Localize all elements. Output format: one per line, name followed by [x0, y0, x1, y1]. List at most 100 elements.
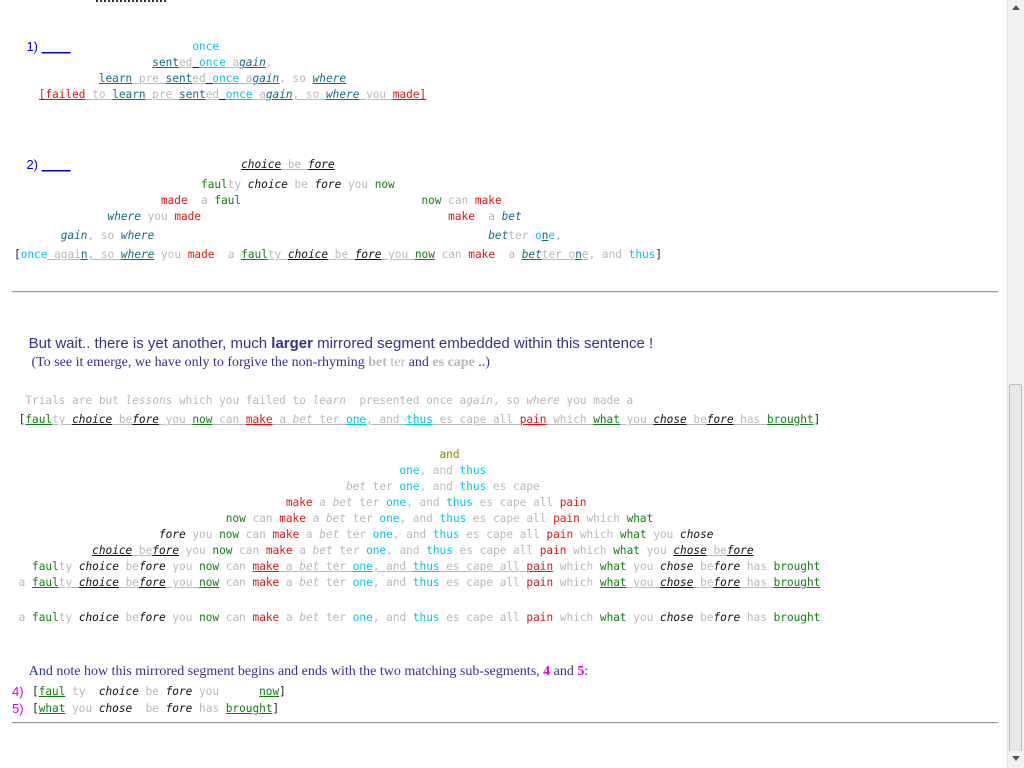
- word-segment: thus: [439, 512, 467, 525]
- word-segment: you: [158, 413, 193, 426]
- word-segment: fore: [307, 158, 335, 171]
- word-segment: [14, 178, 201, 191]
- word-segment: ter: [541, 248, 569, 261]
- word-segment: what: [599, 560, 627, 573]
- word-segment: [failed: [38, 88, 86, 101]
- word-segment: what: [626, 512, 654, 525]
- word-segment: thus: [412, 576, 440, 589]
- word-segment: which: [553, 611, 600, 624]
- word-segment: you: [646, 528, 681, 541]
- word-segment: gain: [466, 394, 493, 407]
- word-segment: ter: [508, 229, 536, 242]
- word-segment: fore: [165, 685, 193, 698]
- word-segment: , and: [392, 528, 433, 541]
- text-line: [faulty choice before you now can make a…: [12, 413, 821, 427]
- word-segment: ter: [339, 528, 373, 541]
- word-segment: [241, 194, 421, 207]
- word-segment: which: [566, 544, 614, 557]
- word-segment: can: [219, 576, 253, 589]
- word-segment: faul: [201, 178, 228, 191]
- word-segment: fore: [138, 611, 166, 624]
- word-segment: pain: [526, 611, 554, 624]
- word-segment: [: [12, 413, 26, 426]
- word-segment: [12, 448, 439, 461]
- intro-note: (To see it emerge, we have only to forgi…: [14, 339, 490, 387]
- word-segment: ter: [319, 576, 353, 589]
- word-segment: choice: [72, 413, 113, 426]
- vertical-scrollbar[interactable]: [1007, 0, 1024, 768]
- text-line: faulty choice be fore you now: [14, 178, 395, 192]
- word-segment: pain: [519, 413, 547, 426]
- word-segment: , so: [492, 394, 527, 407]
- word-segment: be: [118, 560, 139, 573]
- word-segment: be: [706, 544, 727, 557]
- word-segment: [12, 560, 32, 573]
- word-segment: now: [192, 413, 213, 426]
- word-segment: [12, 72, 99, 85]
- word-segment: where: [120, 248, 155, 261]
- text-line: bet ter one, and thus es cape: [12, 480, 540, 494]
- word-segment: what: [599, 611, 627, 624]
- word-segment: sent: [152, 56, 179, 69]
- word-segment: thus: [446, 496, 473, 509]
- scroll-down-button[interactable]: [1008, 751, 1024, 768]
- word-segment: ty: [58, 560, 79, 573]
- word-segment: a: [12, 611, 33, 624]
- word-segment: make: [245, 413, 273, 426]
- word-segment: one: [346, 413, 367, 426]
- word-segment: ter: [319, 611, 353, 624]
- word-segment: make: [252, 611, 280, 624]
- word-segment: now: [225, 512, 246, 525]
- word-segment: be: [118, 576, 139, 589]
- word-segment: you: [639, 544, 674, 557]
- word-segment: brought: [773, 576, 821, 589]
- word-segment: brought: [766, 413, 814, 426]
- word-segment: choice: [78, 560, 119, 573]
- word-segment: has: [740, 611, 774, 624]
- word-segment: fore: [165, 702, 193, 715]
- word-segment: be: [693, 560, 714, 573]
- word-segment: one: [399, 480, 420, 493]
- word-segment: , and: [372, 576, 413, 589]
- word-segment: a: [279, 576, 300, 589]
- text-line: [once again, so where you made a faulty …: [14, 248, 662, 262]
- word-segment: has: [740, 576, 774, 589]
- word-segment: n: [80, 248, 88, 261]
- word-segment: learn: [98, 72, 133, 85]
- word-segment: thus: [432, 528, 460, 541]
- word-segment: make: [252, 560, 280, 573]
- text-line: [faul ty choice be fore you now]: [32, 685, 286, 699]
- word-segment: fore: [314, 178, 342, 191]
- word-segment: made: [160, 194, 188, 207]
- word-segment: one: [372, 528, 393, 541]
- word-segment: make: [252, 576, 280, 589]
- scroll-up-button[interactable]: [1008, 0, 1024, 17]
- word-segment: now: [199, 611, 220, 624]
- word-segment: you: [341, 178, 375, 191]
- word-segment: can: [245, 512, 280, 525]
- word-segment: es cape all: [459, 528, 547, 541]
- word-segment: es cape all: [466, 512, 554, 525]
- word-segment: ]: [655, 248, 663, 261]
- word-segment: a: [239, 72, 253, 85]
- word-segment: you: [192, 685, 260, 698]
- word-segment: faul: [32, 611, 59, 624]
- word-segment: [12, 544, 92, 557]
- word-segment: you: [619, 413, 654, 426]
- word-segment: faul: [25, 413, 53, 426]
- word-segment: ter: [352, 496, 387, 509]
- word-segment: ter: [332, 544, 367, 557]
- word-segment: you: [179, 544, 213, 557]
- word-segment: ter: [319, 560, 353, 573]
- word-segment: , so: [87, 229, 121, 242]
- word-segment: pre: [145, 88, 180, 101]
- section-5-number: 5): [12, 701, 24, 716]
- scrollbar-thumb[interactable]: [1009, 384, 1022, 758]
- word-segment: [14, 194, 161, 207]
- word-segment: choice: [98, 685, 139, 698]
- word-segment: be: [132, 702, 166, 715]
- word-segment: now: [199, 576, 220, 589]
- word-segment: , and: [372, 560, 413, 573]
- word-segment: [: [32, 702, 39, 715]
- word-segment: choice: [92, 544, 133, 557]
